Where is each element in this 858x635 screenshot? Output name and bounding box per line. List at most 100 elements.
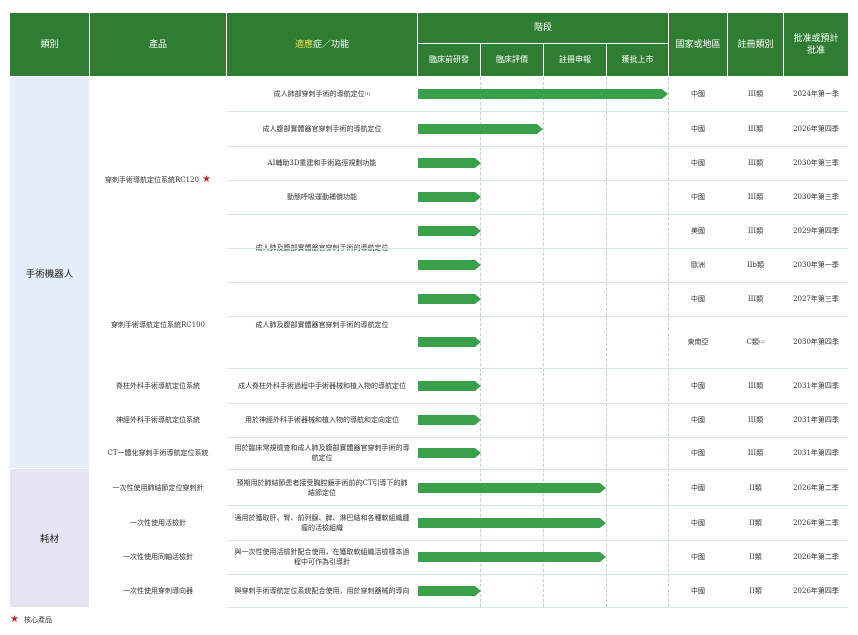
pipeline-table: 類別 產品 適應 症／功能 階段 臨床前研發 臨床評價 註冊申報 獲批上市 國家或…: [0, 0, 858, 635]
product-neuro: 神經外科手術導航定位系統: [116, 416, 200, 424]
reg-class-cell: II類: [749, 553, 762, 561]
core-star-icon: ★: [10, 614, 19, 625]
product-rc100: 穿刺手術導航定位系統RC100: [111, 321, 205, 329]
stage-progress-bar: [418, 260, 481, 270]
header-stage-clinical: 臨床評價: [481, 44, 543, 76]
region-cell: 中國: [691, 90, 705, 98]
approval-date-cell: 2024年第一季: [793, 90, 839, 98]
category-robot: 手術機器人: [10, 77, 89, 468]
approval-date-cell: 2030年第三季: [793, 193, 839, 201]
row-divider: [227, 607, 848, 608]
region-cell: 中國: [691, 193, 705, 201]
indication-12: 與一次性使用活檢針配合使用，在獲取軟組織活檢樣本過程中可作為引導針: [234, 548, 410, 566]
indication-7: 成人脊柱外科手術過程中手術器械和植入物的導航定位: [238, 381, 406, 390]
approval-date-cell: 2030年第一季: [793, 261, 839, 269]
reg-class-cell: III類: [747, 159, 764, 167]
indication-4: 動態呼吸運動補償功能: [287, 193, 357, 201]
product-coaxial-needle: 一次性使用同軸活檢針: [123, 553, 193, 561]
stage-progress-bar: [418, 415, 481, 425]
reg-class-cell: IIb類: [746, 261, 764, 269]
reg-class-cell: II類: [749, 483, 762, 492]
region-cell: 中國: [691, 416, 705, 424]
region-cell: 中國: [691, 159, 705, 167]
region-cell: 中國: [691, 449, 705, 457]
header-stage-preclinical: 臨床前研發: [418, 44, 480, 76]
stage-progress-bar: [418, 294, 481, 304]
header-product: 產品: [90, 13, 226, 76]
header-region: 國家或地區: [669, 13, 727, 76]
approval-date-cell: 2030年第三季: [793, 159, 839, 167]
reg-class-cell: III類: [747, 381, 764, 390]
stage-progress-bar: [418, 89, 668, 99]
reg-class-cell: III類: [747, 295, 764, 303]
product-biopsy-needle: 一次性使用活檢針: [130, 518, 186, 527]
approval-date-cell: 2026年第四季: [793, 586, 839, 595]
region-cell: 中國: [691, 483, 705, 492]
stage-progress-bar: [418, 226, 481, 236]
stage-progress-bar: [418, 337, 481, 347]
stage-divider: [606, 77, 607, 607]
header-stage-registration: 註冊申報: [544, 44, 606, 76]
stage-progress-bar: [418, 158, 481, 168]
header-indication: 適應 症／功能: [227, 13, 417, 76]
indication-9: 用於臨床常規檢查和成人肺及腹部實體器官穿刺手術的導航定位: [234, 444, 410, 462]
reg-class-cell: C類 (2): [746, 338, 765, 346]
region-cell: 中國: [691, 124, 705, 133]
approval-date-cell: 2026年第二季: [793, 518, 839, 527]
core-star-icon: ★: [202, 173, 211, 185]
footnote: ★ 核心產品: [10, 614, 52, 625]
approval-date-cell: 2031年第四季: [793, 381, 839, 390]
region-cell: 中國: [691, 295, 705, 303]
region-cell: 中國: [691, 518, 705, 527]
product-guide: 一次性使用穿刺導向器: [123, 586, 193, 595]
stage-progress-bar: [418, 124, 543, 134]
stage-progress-bar: [418, 381, 481, 391]
header-reg-class: 註冊類別: [728, 13, 783, 76]
product-ct: CT一體化穿刺手術導航定位系統: [107, 449, 209, 457]
region-cell: 中國: [691, 553, 705, 561]
approval-date-cell: 2031年第四季: [793, 416, 839, 424]
approval-date-cell: 2029年第四季: [793, 227, 839, 235]
region-cell: 美國: [691, 227, 705, 235]
reg-class-cell: III類: [747, 90, 764, 98]
stage-progress-bar: [418, 518, 606, 528]
approval-date-cell: 2026年第四季: [793, 124, 839, 133]
indication-13: 與穿刺手術導航定位系統配合使用，用於穿刺器械的導向: [234, 586, 410, 595]
reg-class-cell: III類: [747, 124, 764, 133]
region-cell: 東南亞: [687, 338, 709, 346]
indication-11: 適用於獲取肝、腎、前列腺、脾、淋巴結和各種軟組織腫瘤的活檢組織: [234, 513, 410, 532]
product-rc120: 穿刺手術導航定位系統RC120 ★: [105, 173, 211, 185]
reg-class-cell: II類: [749, 586, 762, 595]
header-stage: 階段: [418, 13, 668, 43]
approval-date-cell: 2027年第三季: [793, 295, 839, 303]
reg-class-cell: II類: [749, 518, 762, 527]
indication-2: 成人腹部實體器官穿刺手術的導航定位: [262, 124, 382, 133]
indication-6: 成人肺及腹部實體器官穿刺手術的導航定位: [255, 321, 389, 329]
indication-10: 預期用於肺結節患者接受胸腔鏡手術前的CT引導下的肺結節定位: [236, 478, 408, 497]
indication-1: 成人肺部穿刺手術的導航定位(1): [273, 90, 371, 98]
region-cell: 歐洲: [691, 261, 705, 269]
indication-8: 用於神經外科手術器械和植入物的導航和定向定位: [245, 416, 399, 424]
indication-3: AI輔助3D重建和手術路徑規劃功能: [267, 159, 377, 167]
header-category: 類別: [10, 13, 89, 76]
product-nodule-needle: 一次性使用肺結節定位穿刺針: [112, 483, 204, 492]
header-stage-approved: 獲批上市: [607, 44, 668, 76]
header-approval: 批准或預計批准: [784, 13, 848, 76]
category-consumable: 耗材: [10, 469, 89, 607]
stage-progress-bar: [418, 586, 481, 596]
reg-class-cell: III類: [747, 416, 764, 424]
reg-class-cell: III類: [747, 227, 764, 235]
approval-date-cell: 2026年第二季: [793, 483, 839, 492]
stage-progress-bar: [418, 483, 606, 493]
approval-date-cell: 2026年第二季: [793, 553, 839, 561]
stage-progress-bar: [418, 192, 481, 202]
stage-progress-bar: [418, 448, 481, 458]
region-cell: 中國: [691, 586, 705, 595]
reg-class-cell: III類: [747, 449, 764, 457]
reg-class-cell: III類: [747, 193, 764, 201]
approval-date-cell: 2030年第四季: [793, 338, 839, 346]
approval-date-cell: 2031年第四季: [793, 449, 839, 457]
product-spine: 脊柱外科手術導航定位系統: [116, 381, 200, 390]
stage-progress-bar: [418, 552, 606, 562]
region-cell: 中國: [691, 381, 705, 390]
